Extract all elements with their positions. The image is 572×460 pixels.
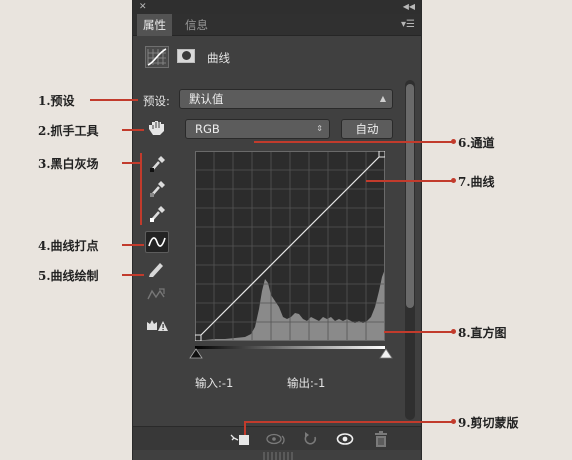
annotation-clip: 9.剪切蒙版 bbox=[458, 416, 519, 430]
input-slider[interactable] bbox=[189, 346, 393, 360]
chevron-updown-icon: ⇕ bbox=[316, 124, 323, 133]
annotation-line-histogram bbox=[384, 331, 454, 333]
panel-tabs: 属性 信息 ▾☰ bbox=[133, 14, 421, 36]
pencil-icon[interactable] bbox=[145, 258, 169, 280]
preset-select[interactable]: 默认值 ▲ bbox=[179, 89, 393, 109]
panel-title: 曲线 bbox=[207, 51, 230, 65]
auto-button[interactable]: 自动 bbox=[341, 119, 393, 139]
annotation-dot-channel bbox=[451, 139, 456, 144]
curve-point-black bbox=[195, 334, 202, 341]
view-previous-icon[interactable] bbox=[265, 431, 285, 447]
collapse-icon[interactable]: ◀◀ bbox=[403, 0, 415, 14]
black-point-slider[interactable] bbox=[189, 348, 203, 360]
white-eyedropper-icon[interactable] bbox=[147, 202, 171, 224]
annotation-channel: 6.通道 bbox=[458, 136, 495, 150]
annotation-bracket-eyedroppers bbox=[140, 153, 142, 225]
annotation-histogram: 8.直方图 bbox=[458, 326, 507, 340]
annotation-line-hand-tool bbox=[122, 129, 144, 131]
channel-select[interactable]: RGB ⇕ bbox=[185, 119, 330, 139]
channel-value: RGB bbox=[195, 122, 220, 136]
annotation-line-curve-point bbox=[122, 244, 144, 246]
panel-menu-icon[interactable]: ▾☰ bbox=[401, 14, 415, 36]
reset-icon[interactable] bbox=[301, 431, 321, 447]
annotation-line-curve-draw bbox=[122, 274, 144, 276]
tab-info[interactable]: 信息 bbox=[179, 14, 214, 36]
annotation-line-eyedroppers bbox=[122, 162, 142, 164]
annotation-eyedroppers: 3.黑白灰场 bbox=[38, 157, 99, 171]
trash-icon[interactable] bbox=[371, 431, 391, 447]
curve-point-icon[interactable] bbox=[145, 231, 169, 253]
hand-tool-icon[interactable] bbox=[145, 117, 169, 139]
clip-to-layer-icon[interactable] bbox=[229, 431, 249, 447]
curve-point-white bbox=[378, 151, 385, 158]
annotation-line-channel bbox=[254, 141, 454, 143]
curves-graph[interactable] bbox=[195, 151, 385, 341]
panel-footer bbox=[133, 426, 421, 450]
resize-grip[interactable] bbox=[263, 452, 293, 460]
annotation-bracket-clip bbox=[244, 421, 246, 435]
scrollbar[interactable] bbox=[405, 80, 415, 420]
clipping-warning-icon[interactable] bbox=[145, 314, 169, 336]
preset-value: 默认值 bbox=[189, 92, 224, 106]
annotation-curve: 7.曲线 bbox=[458, 175, 495, 189]
annotation-dot-curve bbox=[451, 178, 456, 183]
gray-eyedropper-icon[interactable] bbox=[147, 177, 171, 199]
tab-properties[interactable]: 属性 bbox=[137, 14, 172, 36]
stage: ✕ ◀◀ 属性 信息 ▾☰ 曲线 预设: 默认值 ▲ RGB ⇕ 自动 输入:-… bbox=[0, 0, 572, 460]
gradient-bar bbox=[195, 346, 385, 349]
output-readout: 输出:-1 bbox=[287, 376, 326, 390]
annotation-preset: 1.预设 bbox=[38, 94, 75, 108]
panel-topbar: ✕ ◀◀ bbox=[133, 0, 421, 14]
input-readout: 输入:-1 bbox=[195, 376, 234, 390]
smooth-icon[interactable] bbox=[145, 285, 169, 307]
annotation-line-preset bbox=[90, 99, 138, 101]
white-point-slider[interactable] bbox=[379, 348, 393, 360]
close-icon[interactable]: ✕ bbox=[139, 0, 147, 14]
chevron-updown-icon: ▲ bbox=[379, 94, 386, 103]
annotation-line-curve bbox=[366, 180, 454, 182]
annotation-dot-histogram bbox=[451, 329, 456, 334]
annotation-dot-clip bbox=[451, 419, 456, 424]
visibility-icon[interactable] bbox=[335, 431, 355, 447]
curves-adjustment-icon bbox=[145, 46, 169, 68]
annotation-line-clip bbox=[244, 421, 454, 423]
annotation-curve-draw: 5.曲线绘制 bbox=[38, 269, 99, 283]
preset-label: 预设: bbox=[143, 94, 170, 108]
annotation-curve-point: 4.曲线打点 bbox=[38, 239, 99, 253]
mask-icon[interactable] bbox=[177, 49, 195, 63]
scrollbar-thumb[interactable] bbox=[406, 84, 414, 308]
black-eyedropper-icon[interactable] bbox=[147, 152, 171, 174]
annotation-hand-tool: 2.抓手工具 bbox=[38, 124, 99, 138]
properties-panel: ✕ ◀◀ 属性 信息 ▾☰ 曲线 预设: 默认值 ▲ RGB ⇕ 自动 输入:-… bbox=[132, 0, 422, 460]
